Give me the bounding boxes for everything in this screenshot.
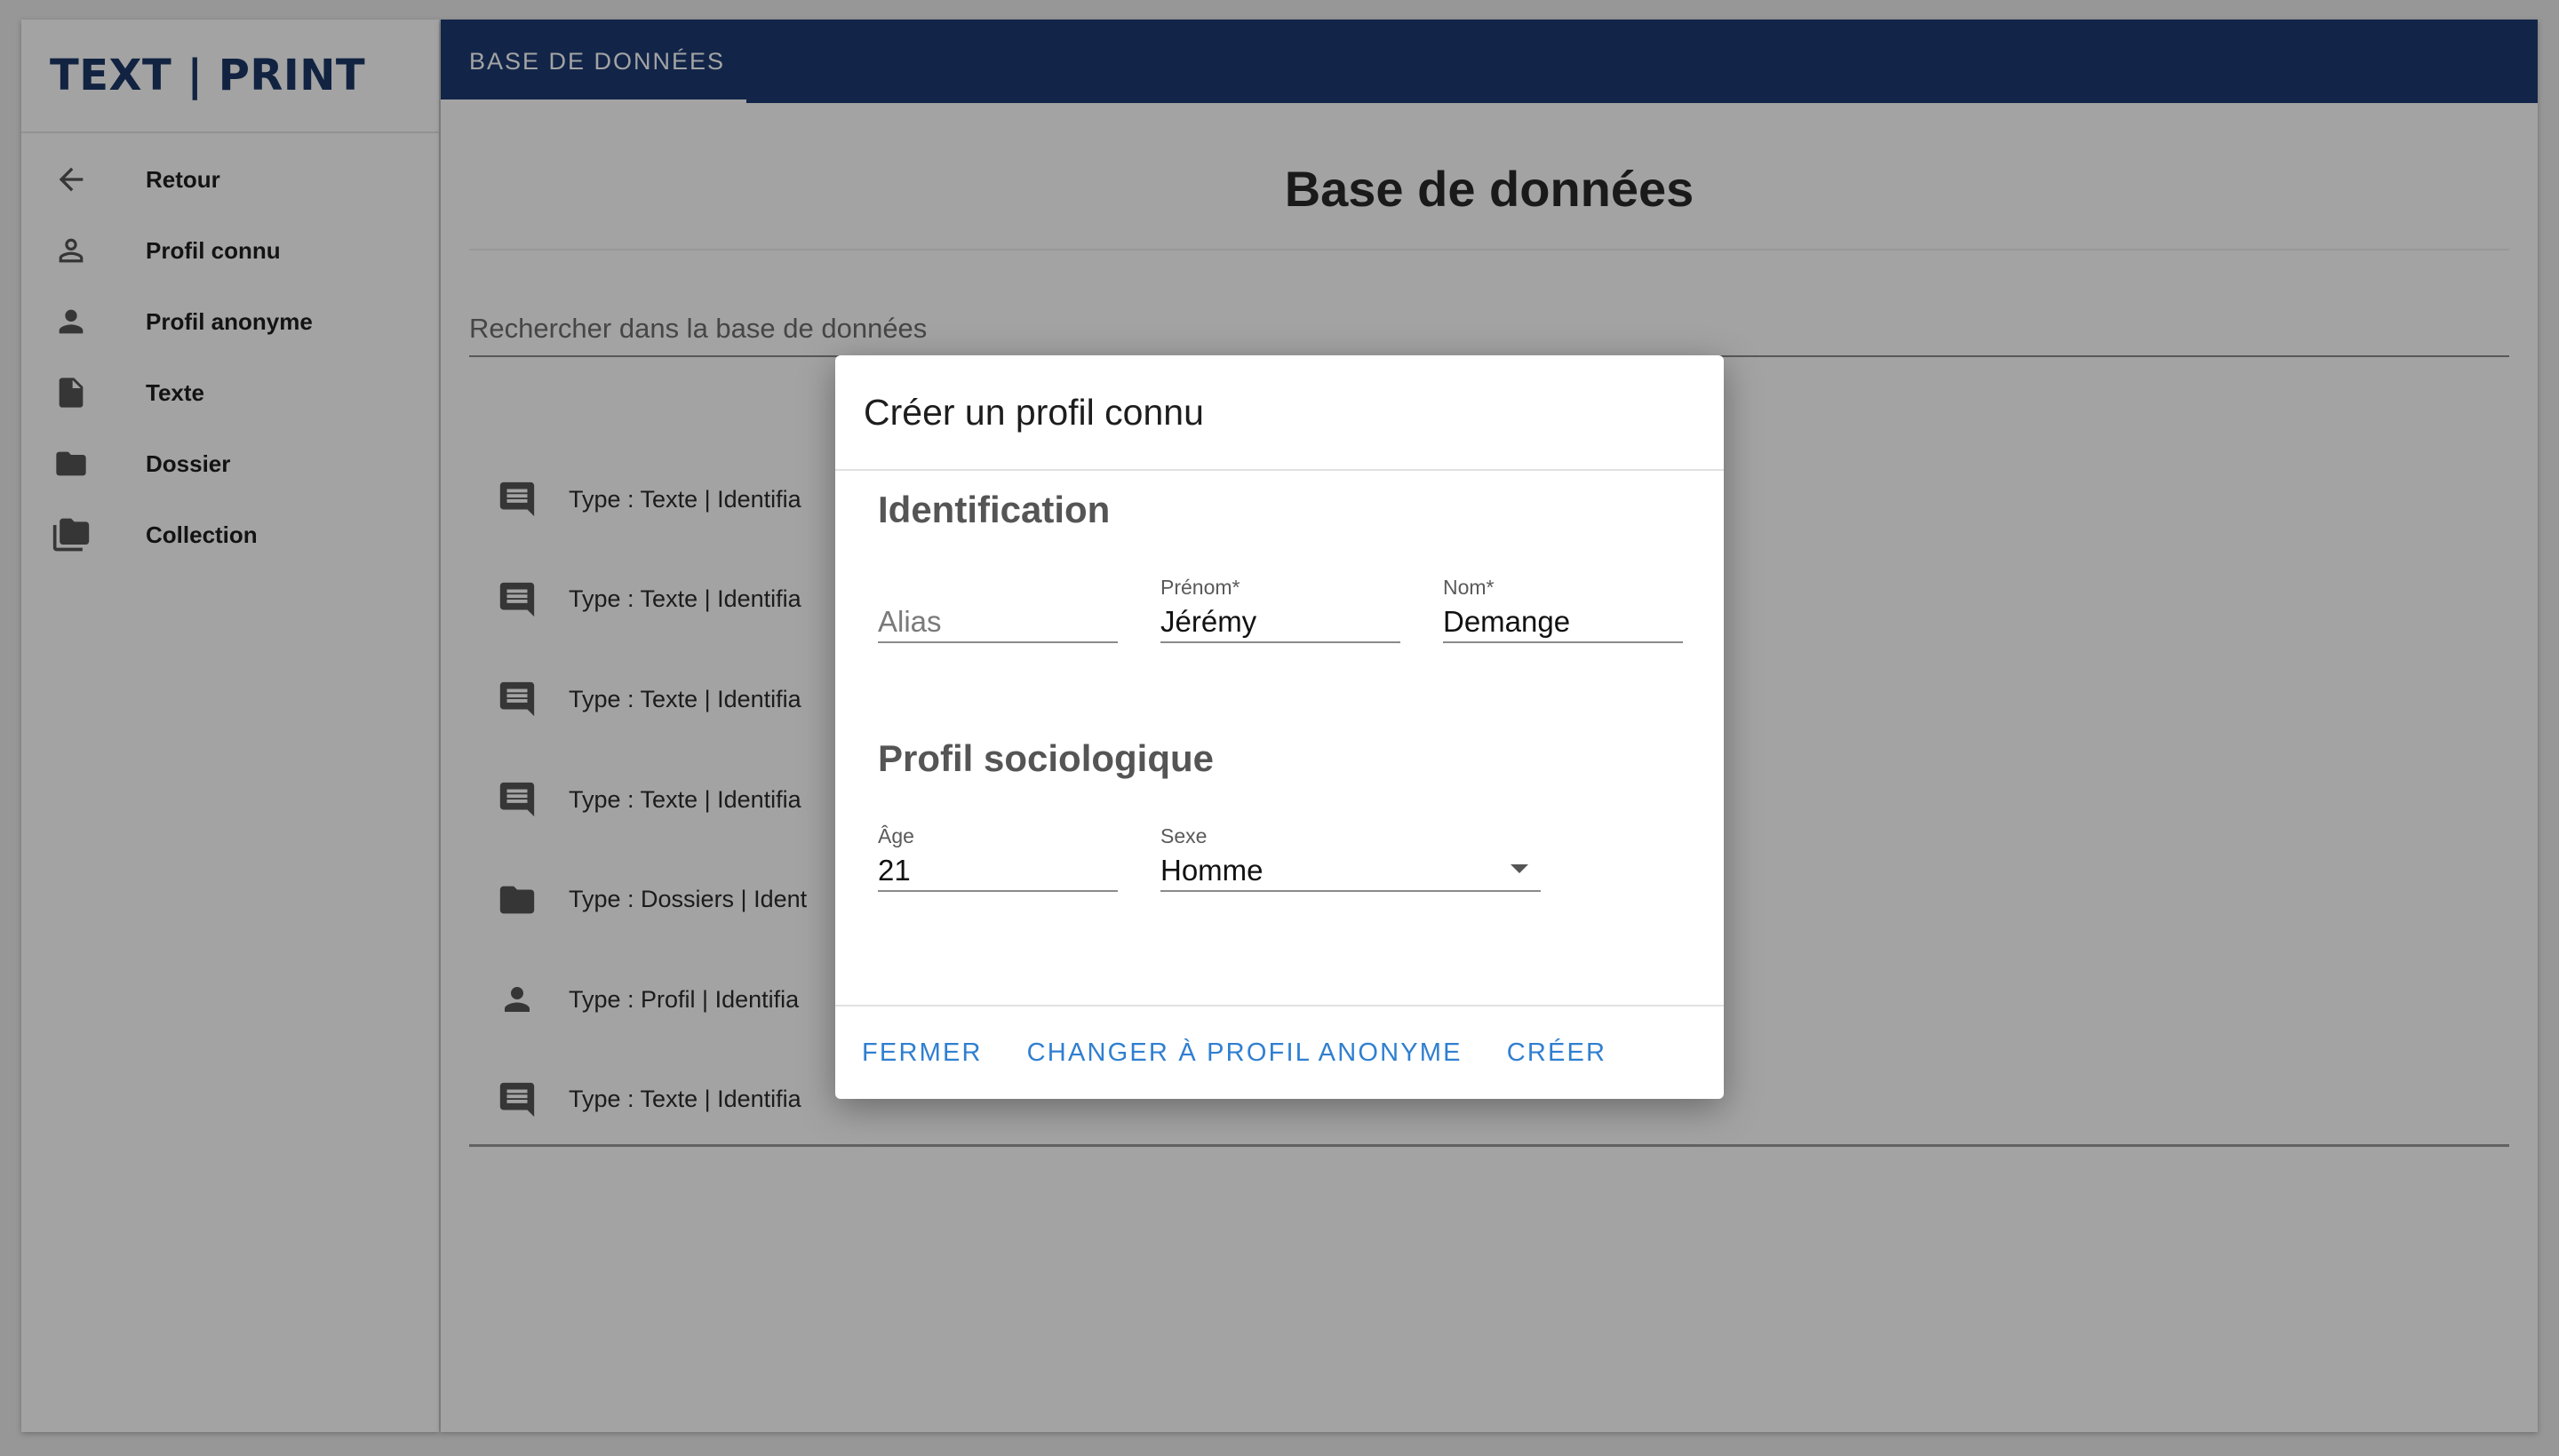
prenom-label: Prénom* (1160, 576, 1240, 599)
sexe-select-value[interactable]: Homme (1160, 849, 1541, 892)
alias-input[interactable]: Alias (878, 601, 1118, 643)
prenom-input[interactable]: Jérémy (1160, 601, 1400, 643)
age-field: Âge 21 (878, 824, 1118, 892)
close-button[interactable]: FERMER (862, 1038, 983, 1068)
nom-input[interactable]: Demange (1443, 601, 1683, 643)
nom-field: Nom* Demange (1443, 576, 1683, 643)
create-profile-dialog: Créer un profil connu Identification Ali… (835, 355, 1724, 1099)
age-input[interactable]: 21 (878, 849, 1118, 892)
sexe-label: Sexe (1160, 824, 1208, 847)
nom-label: Nom* (1443, 576, 1495, 599)
chevron-down-icon (1511, 864, 1528, 873)
dialog-title: Créer un profil connu (835, 355, 1724, 471)
section-heading-profil-sociologique: Profil sociologique (878, 737, 1215, 779)
app-page: TEXT | PRINT Retour Profil connu Profil … (0, 0, 2559, 1456)
dialog-actions: FERMER CHANGER À PROFIL ANONYME CRÉER (835, 1005, 1724, 1099)
section-heading-identification: Identification (878, 489, 1111, 530)
age-label: Âge (878, 824, 914, 847)
prenom-field: Prénom* Jérémy (1160, 576, 1400, 643)
alias-field: Alias (878, 576, 1118, 643)
create-button[interactable]: CRÉER (1507, 1038, 1607, 1068)
sexe-select[interactable]: Sexe Homme (1160, 824, 1541, 892)
switch-to-anonymous-button[interactable]: CHANGER À PROFIL ANONYME (1027, 1038, 1463, 1068)
dialog-body[interactable]: Identification Alias Prénom* Jérémy Nom*… (835, 471, 1724, 1005)
